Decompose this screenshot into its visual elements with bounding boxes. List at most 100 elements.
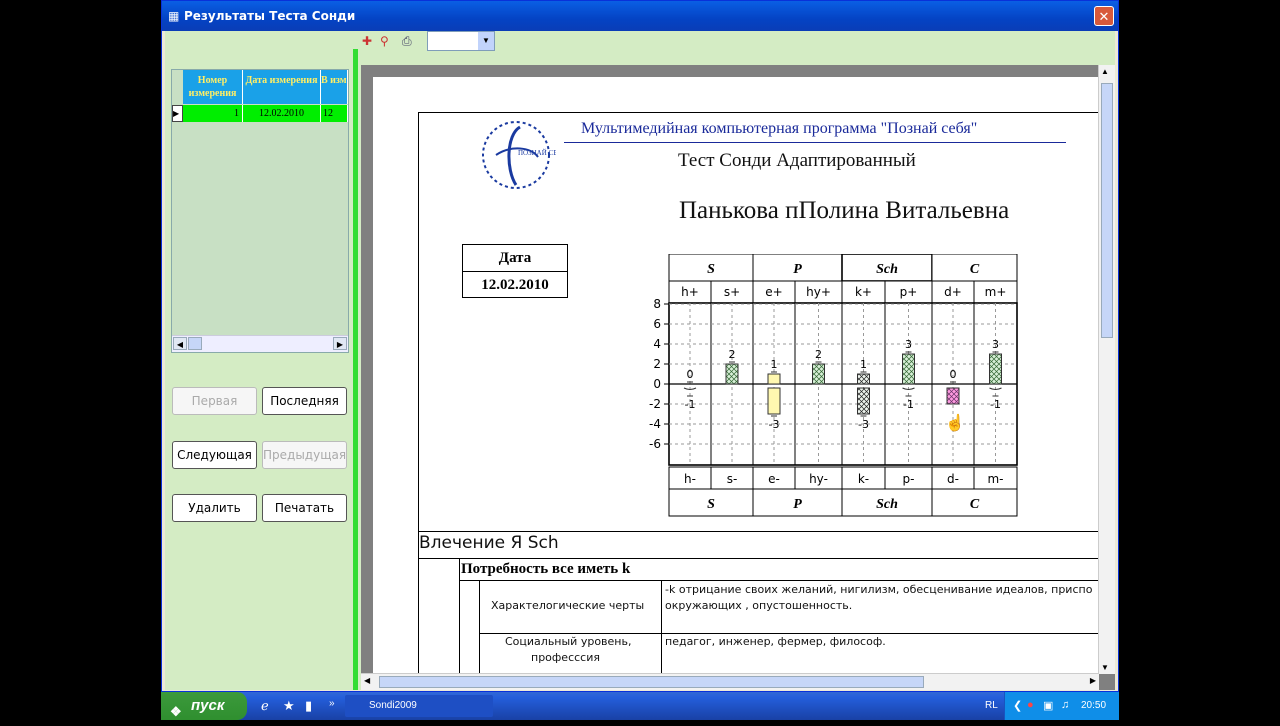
- preview-vertical-scrollbar[interactable]: ▲ ▼: [1098, 65, 1115, 674]
- preview-horizontal-scrollbar[interactable]: ◀ ▶: [361, 673, 1099, 690]
- media-icon[interactable]: ▮: [305, 698, 312, 714]
- positive-bar: [767, 373, 781, 385]
- ie-icon[interactable]: ℯ: [261, 698, 269, 714]
- pane-splitter[interactable]: [353, 49, 358, 690]
- factor-bottom-label: p-: [903, 472, 915, 486]
- negative-value-label: -1: [903, 398, 914, 411]
- start-label: пуск: [191, 697, 225, 714]
- row-selector-arrow-icon[interactable]: ▶: [172, 105, 183, 122]
- row2-label-b: професссия: [531, 651, 600, 664]
- szondi-profile-chart: S S P P Sch Sch C Ch+ h-s+ s-e+ e-hy+ hy-k+ k-p+ p-d+…: [649, 254, 1018, 517]
- system-tray: RL ❮ ● ▣ ♫ 20:50: [985, 692, 1119, 720]
- group-header-label: S: [707, 262, 715, 277]
- horizontal-scroll-thumb[interactable]: [379, 676, 924, 688]
- windows-flag-icon: ❖: [170, 704, 182, 719]
- scroll-left-icon[interactable]: ◀: [173, 337, 187, 350]
- measurements-grid[interactable]: Номер измерения Дата измерения В измер ▶…: [171, 69, 349, 353]
- app-icon: ▦: [168, 9, 180, 23]
- group-footer-label: Sch: [876, 497, 898, 512]
- factor-top-label: e+: [765, 285, 782, 299]
- need-table-border-2: [459, 580, 1099, 581]
- y-tick-label: 4: [653, 337, 661, 351]
- positive-value-label: 3: [992, 338, 999, 351]
- grid-horizontal-scrollbar[interactable]: ◀ ▶: [172, 335, 348, 352]
- factor-top-label: p+: [900, 285, 918, 299]
- positive-bar: [857, 373, 870, 385]
- taskbar-item-label: Sondi2009: [369, 700, 417, 711]
- grid-header-time[interactable]: В измер: [321, 70, 348, 104]
- tray-back-icon[interactable]: ❮: [1013, 699, 1022, 712]
- clock: 20:50: [1081, 700, 1107, 711]
- group-header-label: C: [970, 262, 980, 277]
- row2-label-a: Социальный уровень,: [505, 635, 632, 648]
- scroll-thumb[interactable]: [188, 337, 202, 350]
- test-title: Тест Сонди Адаптированный: [678, 150, 916, 171]
- grid-cell-date[interactable]: 12.02.2010: [243, 105, 321, 122]
- zoom-out-icon[interactable]: ⚲: [380, 34, 389, 48]
- negative-value-label: -1: [685, 398, 696, 411]
- previous-button[interactable]: Предыдущая: [262, 441, 347, 469]
- grid-header-date[interactable]: Дата измерения: [243, 70, 321, 104]
- group-footer-label: C: [970, 497, 980, 512]
- tray-security-icon[interactable]: ●: [1027, 699, 1034, 711]
- scroll-left-icon-2[interactable]: ◀: [364, 676, 370, 685]
- row1-label: Характелогические черты: [491, 599, 645, 612]
- zoom-in-icon[interactable]: ✚: [362, 34, 372, 48]
- group-header-label: Sch: [876, 262, 898, 277]
- printer-icon[interactable]: ⎙: [402, 34, 412, 49]
- grid-cell-number[interactable]: 1: [183, 105, 243, 122]
- program-title: Мультимедийная компьютерная программа "П…: [581, 120, 978, 137]
- start-button[interactable]: ❖ пуск: [161, 692, 247, 720]
- pozнai-sebya-logo-icon: ПОЗНАЙ СЕБЯ: [482, 121, 556, 189]
- negative-bar: [946, 387, 960, 405]
- tray-network-icon[interactable]: ▣: [1043, 699, 1053, 712]
- date-value: 12.02.2010: [481, 277, 549, 293]
- row2-text: педагог, инженер, фермер, философ.: [665, 635, 886, 648]
- tray-volume-icon[interactable]: ♫: [1061, 699, 1069, 711]
- table-hline: [479, 633, 1099, 634]
- quicklaunch-more-icon[interactable]: »: [329, 698, 335, 709]
- delete-button[interactable]: Удалить: [172, 494, 257, 522]
- table-vline-1: [479, 580, 480, 677]
- logo-text: ПОЗНАЙ СЕБЯ: [518, 149, 556, 157]
- need-title: Потребность все иметь k: [461, 561, 631, 577]
- section-title: Влечение Я Sch: [419, 533, 559, 553]
- zoom-select[interactable]: ▼: [427, 31, 495, 51]
- vertical-scroll-thumb[interactable]: [1101, 83, 1113, 338]
- positive-value-label: 2: [815, 348, 822, 361]
- negative-bar: [857, 387, 870, 415]
- factor-top-label: s+: [724, 285, 740, 299]
- person-name: Панькова пПолина Витальевна: [679, 197, 1010, 224]
- language-indicator[interactable]: RL: [985, 700, 998, 711]
- grid-header-number[interactable]: Номер измерения: [183, 70, 243, 104]
- negative-value-label: -3: [769, 418, 780, 431]
- section-divider-2: [419, 558, 1099, 559]
- chevron-down-icon[interactable]: ▼: [478, 32, 494, 50]
- grid-cell-time[interactable]: 12: [321, 105, 348, 122]
- group-footer-label: S: [707, 497, 715, 512]
- factor-bottom-label: hy-: [809, 472, 828, 486]
- negative-bar: [767, 387, 781, 415]
- positive-value-label: 3: [905, 338, 912, 351]
- taskbar-item-sondi[interactable]: Sondi2009: [345, 695, 493, 717]
- factor-top-label: h+: [681, 285, 699, 299]
- factor-top-label: m+: [985, 285, 1007, 299]
- factor-bottom-label: m-: [987, 472, 1003, 486]
- title-bar[interactable]: ▦ Результаты Теста Сонди ✕: [162, 1, 1118, 31]
- scroll-right-icon-2[interactable]: ▶: [1090, 676, 1096, 685]
- scroll-right-icon[interactable]: ▶: [333, 337, 347, 350]
- y-tick-label: 6: [653, 317, 661, 331]
- factor-bottom-label: d-: [947, 472, 959, 486]
- print-button[interactable]: Печатать: [262, 494, 347, 522]
- scroll-down-icon[interactable]: ▼: [1101, 663, 1109, 672]
- close-button[interactable]: ✕: [1094, 6, 1114, 26]
- quicklaunch-icon[interactable]: ★: [283, 698, 295, 714]
- first-button[interactable]: Первая: [172, 387, 257, 415]
- positive-value-label: 1: [860, 358, 867, 371]
- next-button[interactable]: Следующая: [172, 441, 257, 469]
- window-title: Результаты Теста Сонди: [184, 9, 356, 23]
- last-button[interactable]: Последняя: [262, 387, 347, 415]
- sondi-results-window: ▦ Результаты Теста Сонди ✕ Номер измерен…: [161, 0, 1119, 692]
- scroll-up-icon[interactable]: ▲: [1101, 67, 1109, 76]
- factor-top-label: k+: [855, 285, 872, 299]
